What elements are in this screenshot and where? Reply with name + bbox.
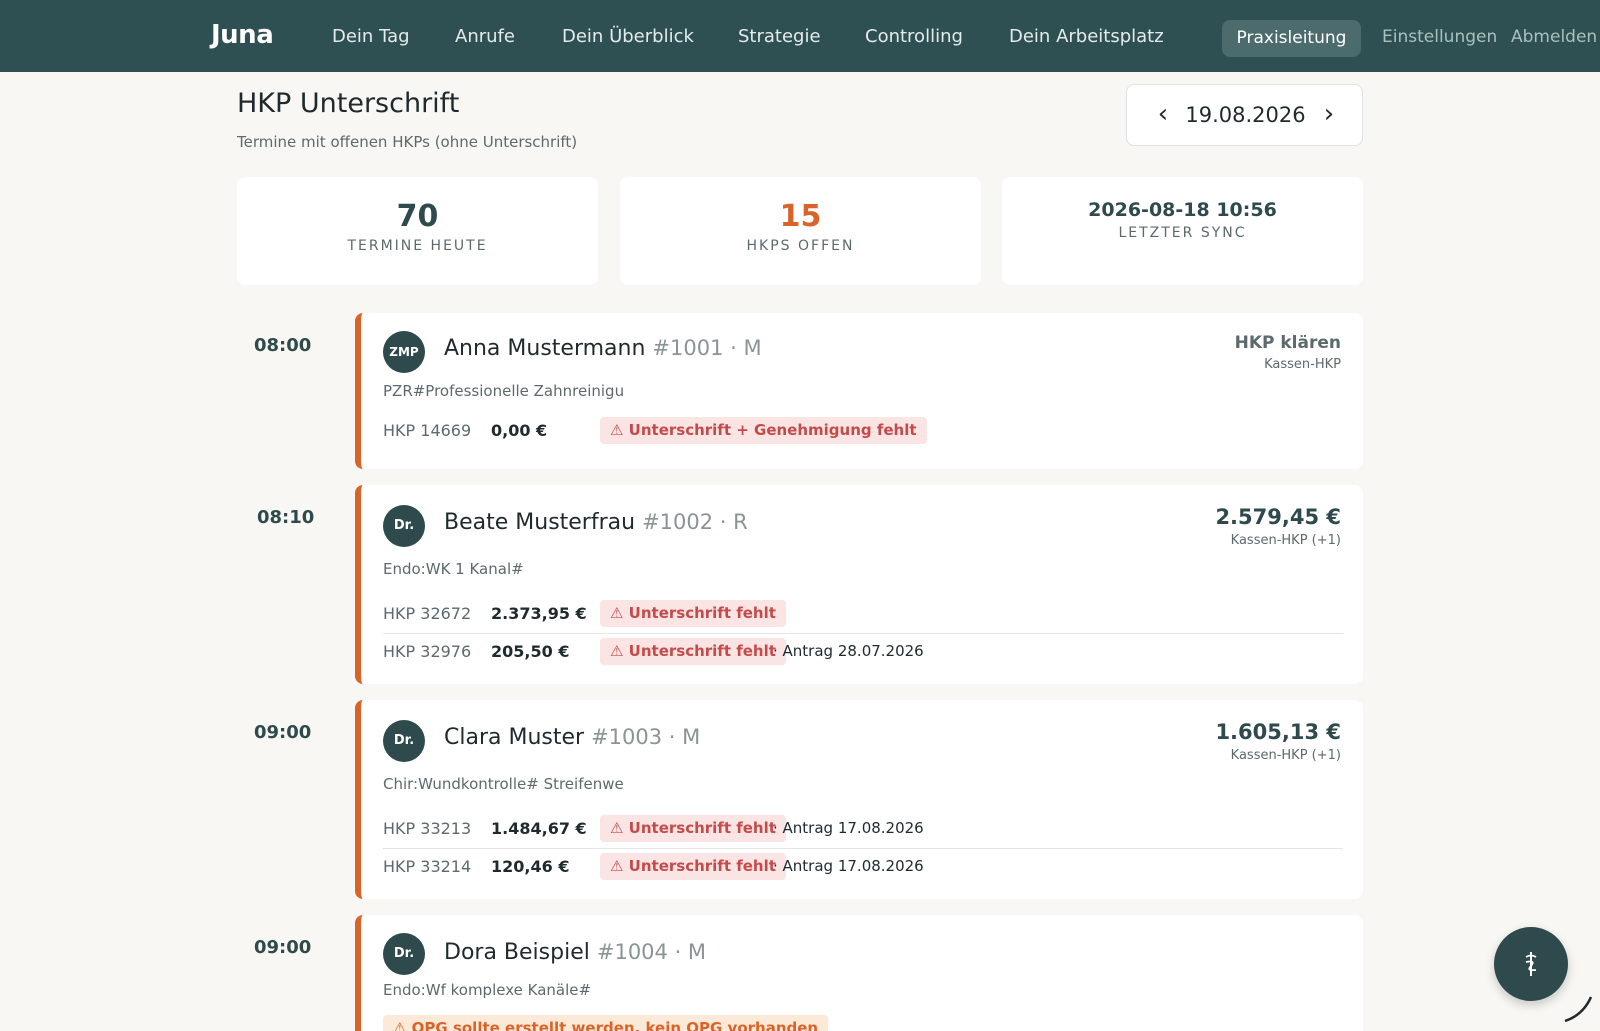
status-text: HKP klären [1234, 333, 1341, 353]
appointment-time: 08:00 [254, 335, 312, 356]
patient-name[interactable]: Dora Beispiel #1004 · M [444, 940, 706, 965]
patient-name[interactable]: Anna Mustermann #1001 · M [444, 336, 762, 361]
patient-name-text: Dora Beispiel [444, 940, 590, 965]
hkp-type: Kassen-HKP [1264, 357, 1341, 372]
appointment-card[interactable]: ZMP Anna Mustermann #1001 · M PZR#Profes… [355, 313, 1363, 469]
stat-termine-heute: 70 TERMINE HEUTE [237, 177, 598, 285]
assistant-fab-button[interactable] [1494, 927, 1568, 1001]
stat-label: LETZTER SYNC [1118, 225, 1247, 241]
nav-dein-tag[interactable]: Dein Tag [332, 26, 410, 47]
stat-label: HKPS OFFEN [746, 238, 855, 254]
hkp-type: Kassen-HKP (+1) [1230, 533, 1341, 548]
avatar: Dr. [383, 720, 425, 762]
hkp-amount: 1.484,67 € [491, 819, 587, 838]
hkp-row[interactable]: HKP 32672 2.373,95 € ⚠ Unterschrift fehl… [383, 596, 1343, 632]
appointment-card[interactable]: Dr. Beate Musterfrau #1002 · R Endo:WK 1… [355, 485, 1363, 684]
resize-handle-icon[interactable] [1563, 993, 1593, 1023]
patient-name-text: Beate Musterfrau [444, 510, 636, 535]
patient-name-text: Anna Mustermann [444, 336, 646, 361]
appointment-card[interactable]: Dr. Dora Beispiel #1004 · M Endo:Wf komp… [355, 915, 1363, 1031]
patient-meta: #1001 · M [652, 336, 762, 360]
stat-label: TERMINE HEUTE [347, 238, 488, 254]
stat-value: 2026-08-18 10:56 [1088, 199, 1277, 221]
appointment-summary: 2.579,45 € Kassen-HKP (+1) [1215, 505, 1341, 548]
hkp-amount: 205,50 € [491, 642, 570, 661]
stat-value: 15 [779, 199, 822, 234]
nav-controlling[interactable]: Controlling [865, 26, 963, 47]
nav-anrufe[interactable]: Anrufe [455, 26, 515, 47]
appointment-summary: HKP klären Kassen-HKP [1235, 333, 1341, 372]
appointment-time: 08:10 [257, 507, 315, 528]
page-subtitle: Termine mit offenen HKPs (ohne Unterschr… [237, 133, 578, 151]
appointment-summary: 1.605,13 € Kassen-HKP (+1) [1215, 720, 1341, 763]
hkp-id: HKP 14669 [383, 421, 472, 440]
hkp-type: Kassen-HKP (+1) [1230, 748, 1341, 763]
nav-dein-arbeitsplatz[interactable]: Dein Arbeitsplatz [1009, 26, 1164, 47]
stat-letzter-sync: 2026-08-18 10:56 LETZTER SYNC [1002, 177, 1363, 285]
status-badge: ⚠ Unterschrift fehlt [600, 853, 786, 880]
treatment-text: PZR#Professionelle Zahnreinigu [383, 382, 625, 400]
hkp-row[interactable]: HKP 33214 120,46 € ⚠ Unterschrift fehlt … [383, 848, 1343, 884]
treatment-text: Endo:Wf komplexe Kanäle# [383, 981, 592, 999]
hkp-amount: 2.373,95 € [491, 604, 587, 623]
nav-strategie[interactable]: Strategie [738, 26, 821, 47]
appointment-time: 09:00 [254, 937, 312, 958]
hkp-id: HKP 33213 [383, 819, 472, 838]
date-picker: ‹ 19.08.2026 › [1126, 84, 1363, 146]
patient-meta: #1003 · M [591, 725, 701, 749]
status-badge: ⚠ Unterschrift fehlt [600, 638, 786, 665]
treatment-text: Endo:WK 1 Kanal# [383, 560, 524, 578]
nav-dein-ueberblick[interactable]: Dein Überblick [562, 26, 694, 47]
hkp-id: HKP 33214 [383, 857, 472, 876]
hkp-id: HKP 32976 [383, 642, 472, 661]
antrag-date: · Antrag 17.08.2026 [773, 857, 924, 875]
patient-meta: #1004 · M [596, 940, 707, 964]
nav-settings-link[interactable]: Einstellungen [1382, 27, 1497, 47]
status-badge: ⚠ Unterschrift + Genehmigung fehlt [600, 417, 927, 444]
warning-badge: ⚠ OPG sollte erstellt werden, kein OPG v… [383, 1015, 829, 1031]
avatar: Dr. [383, 505, 425, 547]
treatment-text: Chir:Wundkontrolle# Streifenwe [383, 775, 624, 793]
hkp-row[interactable]: HKP 33213 1.484,67 € ⚠ Unterschrift fehl… [383, 811, 1343, 847]
hkp-row[interactable]: HKP 32976 205,50 € ⚠ Unterschrift fehlt … [383, 633, 1343, 669]
total-amount: 2.579,45 € [1215, 505, 1341, 529]
caduceus-icon [1525, 952, 1537, 976]
antrag-date: · Antrag 28.07.2026 [773, 642, 924, 660]
top-navbar: Juna Dein Tag Anrufe Dein Überblick Stra… [0, 0, 1600, 72]
patient-meta: #1002 · R [642, 510, 748, 534]
status-badge: ⚠ Unterschrift fehlt [600, 600, 786, 627]
patient-name-text: Clara Muster [444, 725, 585, 750]
status-badge: ⚠ Unterschrift fehlt [600, 815, 786, 842]
nav-praxisleitung-button[interactable]: Praxisleitung [1222, 20, 1361, 57]
avatar: Dr. [383, 933, 425, 975]
nav-logout-link[interactable]: Abmelden [1511, 27, 1597, 47]
hkp-amount: 0,00 € [491, 421, 548, 440]
app-logo[interactable]: Juna [211, 20, 274, 50]
stat-hkps-offen: 15 HKPS OFFEN [620, 177, 981, 285]
appointment-time: 09:00 [254, 722, 312, 743]
hkp-row[interactable]: HKP 14669 0,00 € ⚠ Unterschrift + Genehm… [383, 413, 1343, 449]
avatar: ZMP [383, 331, 425, 373]
appointment-card[interactable]: Dr. Clara Muster #1003 · M Chir:Wundkont… [355, 700, 1363, 899]
total-amount: 1.605,13 € [1215, 720, 1341, 744]
hkp-amount: 120,46 € [491, 857, 570, 876]
patient-name[interactable]: Beate Musterfrau #1002 · R [444, 510, 748, 535]
hkp-id: HKP 32672 [383, 604, 472, 623]
antrag-date: · Antrag 17.08.2026 [773, 819, 924, 837]
stat-value: 70 [396, 199, 439, 234]
chevron-right-icon[interactable]: › [1315, 99, 1343, 129]
page-title: HKP Unterschrift [237, 88, 460, 119]
patient-name[interactable]: Clara Muster #1003 · M [444, 725, 700, 750]
